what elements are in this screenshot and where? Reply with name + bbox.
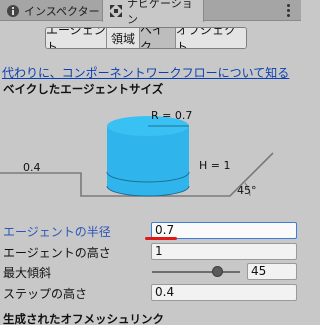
component-workflow-link[interactable]: 代わりに、コンポーネントワークフローについて知る xyxy=(2,64,289,81)
tab-bake[interactable]: ベイク xyxy=(140,28,176,48)
agent-cylinder-body xyxy=(107,126,189,196)
tab-object[interactable]: オブジェクト xyxy=(176,28,246,48)
step-height-field[interactable]: 0.4 xyxy=(151,284,297,301)
agent-height-row: エージェントの高さ 1 xyxy=(0,242,301,260)
step-height-label: 0.4 xyxy=(23,161,41,174)
max-slope-field[interactable]: 45 xyxy=(247,263,297,280)
tab-inspector[interactable]: インスペクター xyxy=(0,0,101,21)
window-menu-icon[interactable] xyxy=(281,3,295,17)
red-underline-mark xyxy=(145,237,177,240)
step-height-field-label: ステップの高さ xyxy=(3,287,88,301)
agent-size-diagram: R = 0.7 H = 1 0.4 45° xyxy=(0,109,274,197)
agent-radius-label: エージェントの半径 xyxy=(3,225,111,239)
radius-label: R = 0.7 xyxy=(151,109,192,122)
navigation-icon xyxy=(109,4,123,18)
agent-radius-row: エージェントの半径 0.7 xyxy=(0,221,301,240)
max-slope-slider-track[interactable] xyxy=(152,271,240,273)
tab-navigation[interactable]: ナビゲーション xyxy=(102,0,204,26)
navigation-sub-tabs: エージェント 領域 ベイク オブジェクト xyxy=(45,27,247,49)
tab-areas[interactable]: 領域 xyxy=(107,28,140,48)
height-label: H = 1 xyxy=(199,159,230,172)
agent-height-field[interactable]: 1 xyxy=(151,243,297,260)
max-slope-slider-thumb[interactable] xyxy=(212,266,223,277)
tab-inspector-label: インスペクター xyxy=(24,4,100,18)
generated-offmesh-links-title: 生成されたオフメッシュリンク xyxy=(3,312,164,325)
step-height-row: ステップの高さ 0.4 xyxy=(0,283,301,301)
agent-height-label: エージェントの高さ xyxy=(3,246,111,260)
tab-navigation-label: ナビゲーション xyxy=(127,0,193,26)
max-slope-row: 最大傾斜 45 xyxy=(0,262,301,280)
window-tab-strip: インスペクター ナビゲーション xyxy=(0,0,301,26)
info-icon xyxy=(6,4,20,18)
tab-agents[interactable]: エージェント xyxy=(46,28,107,48)
navigation-window: インスペクター ナビゲーション エージェント 領域 ベイク オブジェクト 代わり… xyxy=(0,0,301,325)
max-slope-label: 最大傾斜 xyxy=(3,266,52,280)
slope-label: 45° xyxy=(237,184,257,197)
